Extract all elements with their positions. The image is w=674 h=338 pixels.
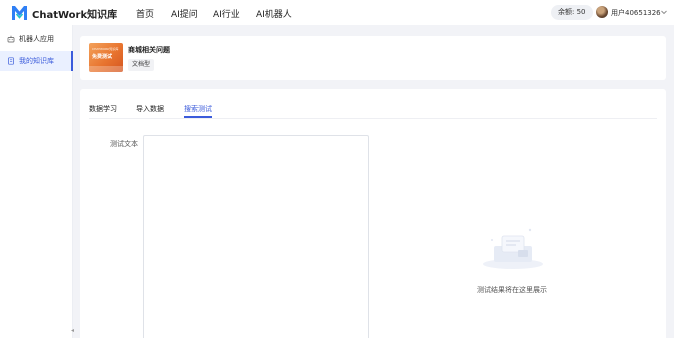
book-icon	[8, 57, 14, 65]
nav-ai-industry[interactable]: AI行业	[213, 7, 240, 20]
nav-ai-ask[interactable]: AI提问	[171, 7, 198, 20]
tabs-divider	[89, 118, 657, 119]
main-panel: 数据学习 导入数据 搜索测试 测试文本 测试结果将在这里展示	[80, 89, 666, 338]
test-text-label: 测试文本	[110, 140, 138, 148]
top-bar: ChatWork知识库 首页 AI提问 AI行业 AI机器人 余额: 50 用户…	[0, 0, 674, 25]
thumbnail-title: 免费测试	[92, 54, 113, 60]
brand-name[interactable]: ChatWork知识库	[32, 6, 117, 21]
sidebar-item-label: 机器人应用	[19, 35, 54, 43]
thumbnail-band	[89, 66, 123, 72]
thumbnail-caption: CHATWORK知识库	[92, 47, 119, 51]
knowledge-base-type-badge: 文档型	[128, 59, 155, 71]
chatwork-logo-icon[interactable]	[11, 4, 28, 21]
sidebar-item-my-knowledge-base[interactable]: 我的知识库	[0, 51, 73, 71]
empty-result-message: 测试结果将在这里展示	[477, 286, 547, 294]
knowledge-base-thumbnail: CHATWORK知识库 免费测试	[89, 43, 123, 72]
tab-data-learning[interactable]: 数据学习	[89, 104, 117, 114]
tab-import-data[interactable]: 导入数据	[136, 104, 164, 114]
sidebar-item-robot-apps[interactable]: 机器人应用	[0, 29, 73, 49]
sidebar-item-label: 我的知识库	[19, 57, 54, 65]
test-text-input[interactable]	[143, 135, 369, 338]
knowledge-base-title: 商城相关问题	[128, 46, 170, 54]
collapse-sidebar-icon[interactable]: ◂	[71, 327, 76, 335]
tab-search-test[interactable]: 搜索测试	[184, 104, 212, 114]
empty-result-illustration-icon	[483, 228, 543, 269]
nav-home[interactable]: 首页	[136, 7, 154, 20]
knowledge-base-card: CHATWORK知识库 免费测试 商城相关问题 文档型	[80, 36, 666, 80]
robot-icon	[7, 35, 15, 43]
sidebar: 机器人应用 我的知识库	[0, 25, 73, 338]
avatar[interactable]	[596, 6, 608, 18]
nav-ai-robot[interactable]: AI机器人	[256, 7, 292, 20]
chevron-down-icon[interactable]	[660, 8, 668, 16]
balance-badge: 余额: 50	[551, 5, 593, 20]
username[interactable]: 用户40651326	[611, 8, 661, 18]
